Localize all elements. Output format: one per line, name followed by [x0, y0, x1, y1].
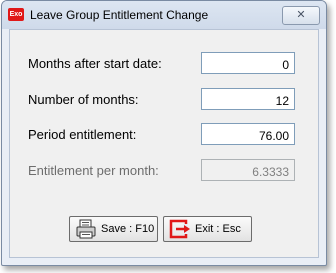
title-bar[interactable]: Exo Leave Group Entitlement Change ✕	[2, 1, 326, 29]
exit-button-label: Exit : Esc	[195, 223, 241, 235]
months-after-start-label: Months after start date:	[28, 56, 162, 71]
number-of-months-label: Number of months:	[28, 92, 139, 107]
dialog-window: Exo Leave Group Entitlement Change ✕ Mon…	[1, 0, 327, 266]
save-button-label: Save : F10	[101, 223, 155, 235]
number-of-months-input[interactable]	[201, 88, 295, 110]
app-icon: Exo	[8, 8, 24, 21]
entitlement-per-month-label: Entitlement per month:	[28, 163, 159, 178]
period-entitlement-label: Period entitlement:	[28, 127, 137, 142]
months-after-start-input[interactable]	[201, 52, 295, 74]
exit-icon	[169, 219, 190, 239]
dialog-body: Months after start date: Number of month…	[9, 29, 319, 258]
save-button[interactable]: Save : F10	[69, 216, 158, 242]
close-icon: ✕	[296, 9, 306, 21]
entitlement-per-month-field	[201, 159, 295, 181]
exit-button[interactable]: Exit : Esc	[163, 216, 252, 242]
save-icon	[76, 219, 96, 239]
window-title: Leave Group Entitlement Change	[30, 8, 209, 22]
period-entitlement-input[interactable]	[201, 123, 295, 145]
close-button[interactable]: ✕	[282, 6, 320, 25]
